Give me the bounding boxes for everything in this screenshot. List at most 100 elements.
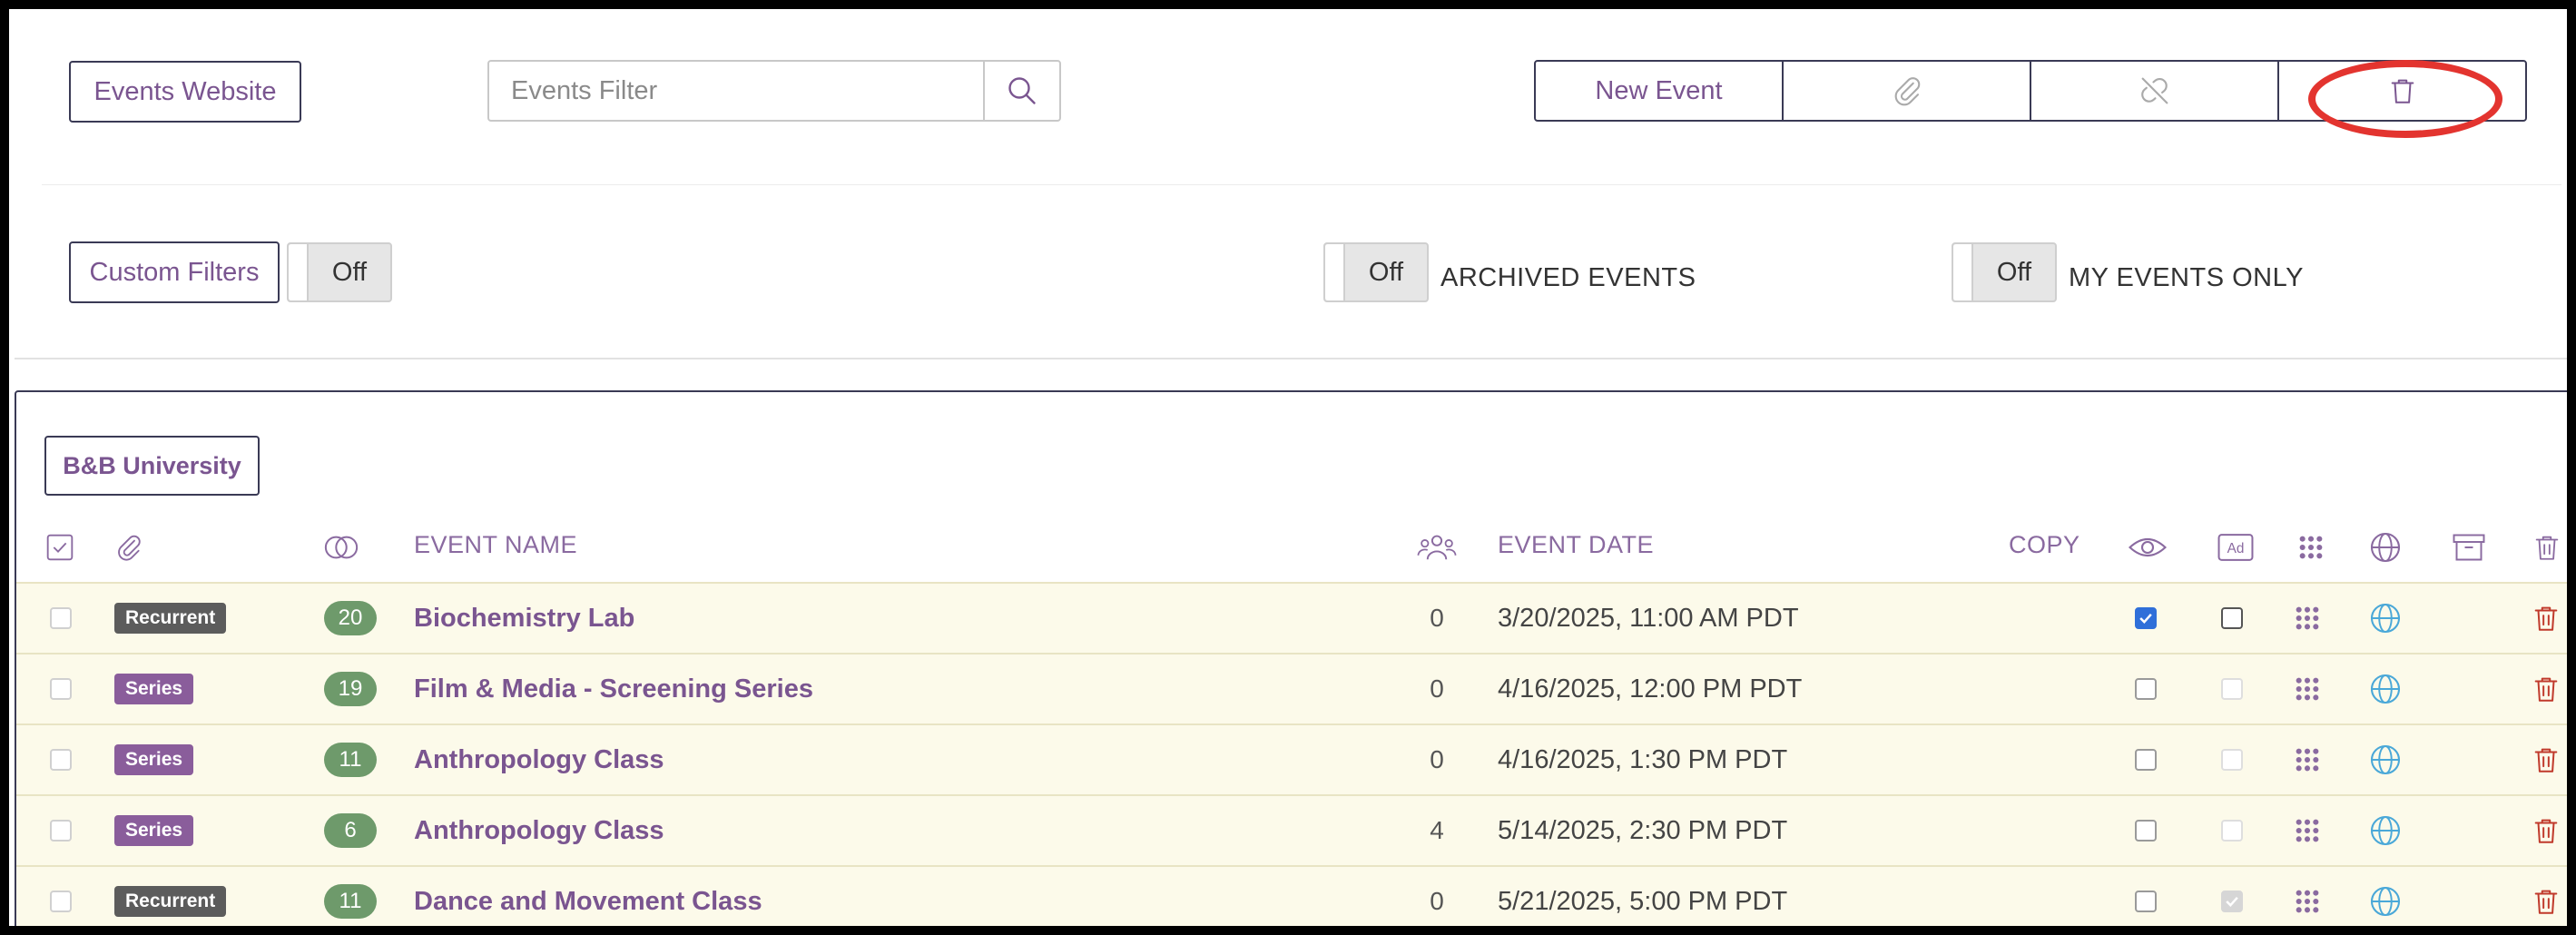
visible-cell[interactable] [2135, 584, 2157, 653]
archive-icon [2453, 534, 2485, 561]
grid-action-cell[interactable] [2295, 584, 2320, 653]
grid-action-cell[interactable] [2295, 725, 2320, 794]
my-events-only-toggle[interactable]: Off [1952, 242, 2057, 302]
event-name-cell[interactable]: Dance and Movement Class [414, 867, 762, 926]
web-action-cell[interactable] [2369, 796, 2402, 865]
row-select-checkbox[interactable] [50, 607, 72, 629]
event-name-link[interactable]: Anthropology Class [414, 816, 664, 846]
delete-action-cell[interactable] [2531, 796, 2561, 865]
grid-action-cell[interactable] [2295, 796, 2320, 865]
toggle-state: Off [1368, 257, 1404, 287]
ad-cell[interactable] [2221, 725, 2243, 794]
ad-checkbox[interactable] [2221, 607, 2243, 629]
people-icon [1417, 535, 1457, 560]
linked-count-cell: 19 [316, 654, 385, 723]
new-event-button[interactable]: New Event [1534, 60, 1784, 122]
visible-checkbox[interactable] [2135, 820, 2157, 842]
attendees-cell: 0 [1416, 867, 1458, 926]
linked-count-cell: 11 [316, 867, 385, 926]
linked-count-badge[interactable]: 11 [324, 884, 377, 919]
visible-checkbox[interactable] [2135, 607, 2157, 629]
row-select-cell[interactable] [50, 654, 72, 723]
event-type-badge: Series [114, 815, 194, 846]
table-row: Series 6 Anthropology Class 4 5/14/2025, 2:3… [16, 794, 2567, 865]
visible-checkbox[interactable] [2135, 749, 2157, 771]
web-action-cell[interactable] [2369, 654, 2402, 723]
custom-filters-button[interactable]: Custom Filters [69, 241, 280, 303]
ad-cell[interactable] [2221, 584, 2243, 653]
event-type-cell: Series [114, 654, 194, 723]
attachment-column-header [111, 529, 147, 566]
delete-action-cell[interactable] [2531, 867, 2561, 926]
linked-count-badge[interactable]: 19 [324, 672, 377, 706]
ad-icon: Ad [2217, 534, 2254, 561]
events-website-button[interactable]: Events Website [69, 61, 301, 123]
grid-action-cell[interactable] [2295, 654, 2320, 723]
attendee-count: 0 [1430, 745, 1444, 773]
row-select-checkbox[interactable] [50, 820, 72, 842]
visible-cell[interactable] [2135, 796, 2157, 865]
attendee-count: 0 [1430, 674, 1444, 703]
grid-action-cell[interactable] [2295, 867, 2320, 926]
globe-icon [2370, 744, 2401, 775]
web-action-cell[interactable] [2369, 867, 2402, 926]
event-type-badge: Series [114, 744, 194, 775]
event-name-cell[interactable]: Anthropology Class [414, 796, 664, 865]
web-action-cell[interactable] [2369, 584, 2402, 653]
event-name-link[interactable]: Film & Media - Screening Series [414, 674, 813, 704]
event-date-cell: 3/20/2025, 11:00 AM PDT [1498, 584, 1799, 653]
delete-selected-button[interactable] [2277, 60, 2527, 122]
event-name-cell[interactable]: Anthropology Class [414, 725, 664, 794]
globe-icon [2370, 886, 2401, 917]
delete-action-cell[interactable] [2531, 725, 2561, 794]
event-name-column-header[interactable]: EVENT NAME [414, 531, 577, 559]
visible-checkbox[interactable] [2135, 678, 2157, 700]
checkbox-icon [46, 534, 74, 561]
row-select-cell[interactable] [50, 584, 72, 653]
event-name-cell[interactable]: Film & Media - Screening Series [414, 654, 813, 723]
event-name-link[interactable]: Biochemistry Lab [414, 604, 634, 634]
event-name-link[interactable]: Anthropology Class [414, 745, 664, 775]
unlink-icon [2140, 77, 2168, 104]
web-action-cell[interactable] [2369, 725, 2402, 794]
ad-cell[interactable] [2221, 796, 2243, 865]
archived-events-label: ARCHIVED EVENTS [1440, 263, 1696, 292]
row-select-cell[interactable] [50, 796, 72, 865]
unlink-button[interactable] [2030, 60, 2279, 122]
visible-cell[interactable] [2135, 654, 2157, 723]
attendee-count: 0 [1430, 887, 1444, 915]
events-filter-input[interactable] [487, 60, 983, 122]
row-select-cell[interactable] [50, 867, 72, 926]
search-icon [1008, 77, 1036, 104]
ad-cell[interactable] [2221, 654, 2243, 723]
group-button[interactable]: B&B University [44, 436, 260, 496]
archived-events-toggle[interactable]: Off [1323, 242, 1429, 302]
custom-filters-toggle[interactable]: Off [287, 242, 392, 302]
delete-action-cell[interactable] [2531, 654, 2561, 723]
event-date-column-header[interactable]: EVENT DATE [1498, 531, 1654, 559]
attendees-cell: 0 [1416, 584, 1458, 653]
attach-button[interactable] [1782, 60, 2031, 122]
row-select-checkbox[interactable] [50, 749, 72, 771]
event-type-cell: Recurrent [114, 867, 227, 926]
select-all-checkbox[interactable] [42, 529, 78, 566]
linked-count-badge[interactable]: 11 [324, 743, 377, 777]
attendee-count: 4 [1430, 816, 1444, 844]
ad-cell[interactable] [2221, 867, 2243, 926]
ad-column-header: Ad [2217, 529, 2255, 566]
visible-cell[interactable] [2135, 867, 2157, 926]
event-name-cell[interactable]: Biochemistry Lab [414, 584, 634, 653]
row-select-checkbox[interactable] [50, 891, 72, 912]
event-name-link[interactable]: Dance and Movement Class [414, 887, 762, 917]
toggle-knob [1325, 244, 1345, 300]
linked-count-badge[interactable]: 20 [324, 601, 377, 635]
row-select-cell[interactable] [50, 725, 72, 794]
visible-cell[interactable] [2135, 725, 2157, 794]
table-row: Recurrent 11 Dance and Movement Class 0 5/21… [16, 865, 2567, 926]
visible-checkbox[interactable] [2135, 891, 2157, 912]
search-button[interactable] [983, 60, 1061, 122]
ad-checkbox [2221, 891, 2243, 912]
linked-count-badge[interactable]: 6 [324, 813, 377, 848]
row-select-checkbox[interactable] [50, 678, 72, 700]
delete-action-cell[interactable] [2531, 584, 2561, 653]
